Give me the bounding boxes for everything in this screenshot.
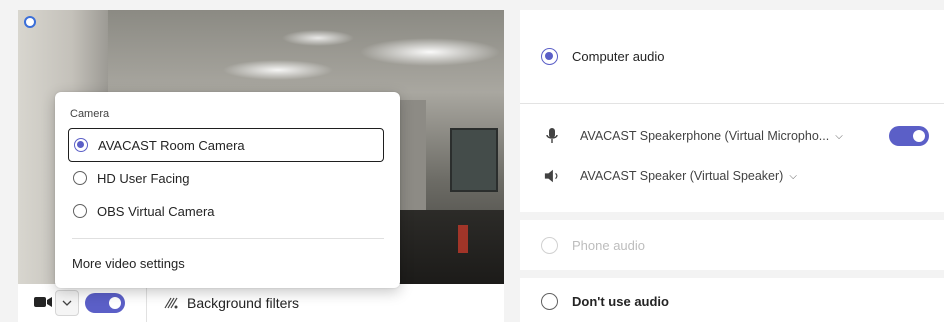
camera-option-avacast-room[interactable]: AVACAST Room Camera [68, 128, 384, 162]
no-audio-card: Don't use audio [520, 278, 944, 322]
phone-audio-card: Phone audio [520, 220, 944, 270]
speaker-select[interactable]: AVACAST Speaker (Virtual Speaker) ⌵ [544, 168, 797, 184]
toggle-knob [109, 297, 121, 309]
menu-divider [72, 238, 384, 239]
microphone-label: AVACAST Speakerphone (Virtual Micropho..… [580, 129, 830, 143]
video-camera-icon[interactable] [34, 296, 52, 308]
more-video-settings-item[interactable]: More video settings [72, 256, 185, 271]
preview-column [398, 100, 426, 220]
camera-options-button[interactable] [55, 290, 79, 316]
video-toggle[interactable] [85, 293, 125, 313]
camera-option-hd-user-facing[interactable]: HD User Facing [68, 161, 384, 195]
computer-audio-label: Computer audio [572, 49, 665, 64]
camera-option-label: AVACAST Room Camera [98, 137, 245, 153]
radio-icon [541, 293, 558, 310]
phone-audio-label: Phone audio [572, 238, 646, 253]
camera-select-menu: Camera AVACAST Room Camera HD User Facin… [55, 92, 400, 288]
speaker-label: AVACAST Speaker (Virtual Speaker) [580, 169, 784, 183]
recording-indicator-icon [24, 16, 36, 28]
menu-heading: Camera [70, 108, 110, 120]
chevron-down-icon: ⌵ [789, 170, 797, 182]
preview-red-object [458, 225, 468, 253]
radio-disabled-icon [541, 237, 558, 254]
background-filters-label: Background filters [187, 295, 300, 311]
speaker-icon [544, 168, 560, 184]
video-toolbar: Background filters [18, 284, 504, 322]
camera-option-obs-virtual[interactable]: OBS Virtual Camera [68, 194, 384, 228]
microphone-toggle[interactable] [889, 126, 929, 146]
camera-option-label: HD User Facing [97, 170, 190, 186]
preview-monitor [450, 128, 498, 192]
no-audio-option[interactable]: Don't use audio [541, 293, 669, 310]
radio-checked-icon [74, 138, 88, 152]
camera-option-label: OBS Virtual Camera [97, 203, 215, 219]
no-audio-label: Don't use audio [572, 294, 669, 309]
radio-icon [73, 204, 87, 218]
computer-audio-card: Computer audio AVACAST Speakerphone (Vir… [520, 10, 944, 212]
chevron-down-icon: ⌵ [835, 130, 843, 142]
radio-checked-icon [541, 48, 558, 65]
chevron-down-icon [62, 300, 72, 306]
sparkle-filter-icon [164, 297, 178, 309]
microphone-select[interactable]: AVACAST Speakerphone (Virtual Micropho..… [544, 128, 843, 144]
section-divider [520, 103, 944, 104]
computer-audio-option[interactable]: Computer audio [541, 48, 665, 65]
background-filters-button[interactable]: Background filters [146, 284, 299, 322]
microphone-icon [544, 128, 560, 144]
radio-icon [73, 171, 87, 185]
phone-audio-option[interactable]: Phone audio [541, 237, 645, 254]
toggle-knob [913, 130, 925, 142]
